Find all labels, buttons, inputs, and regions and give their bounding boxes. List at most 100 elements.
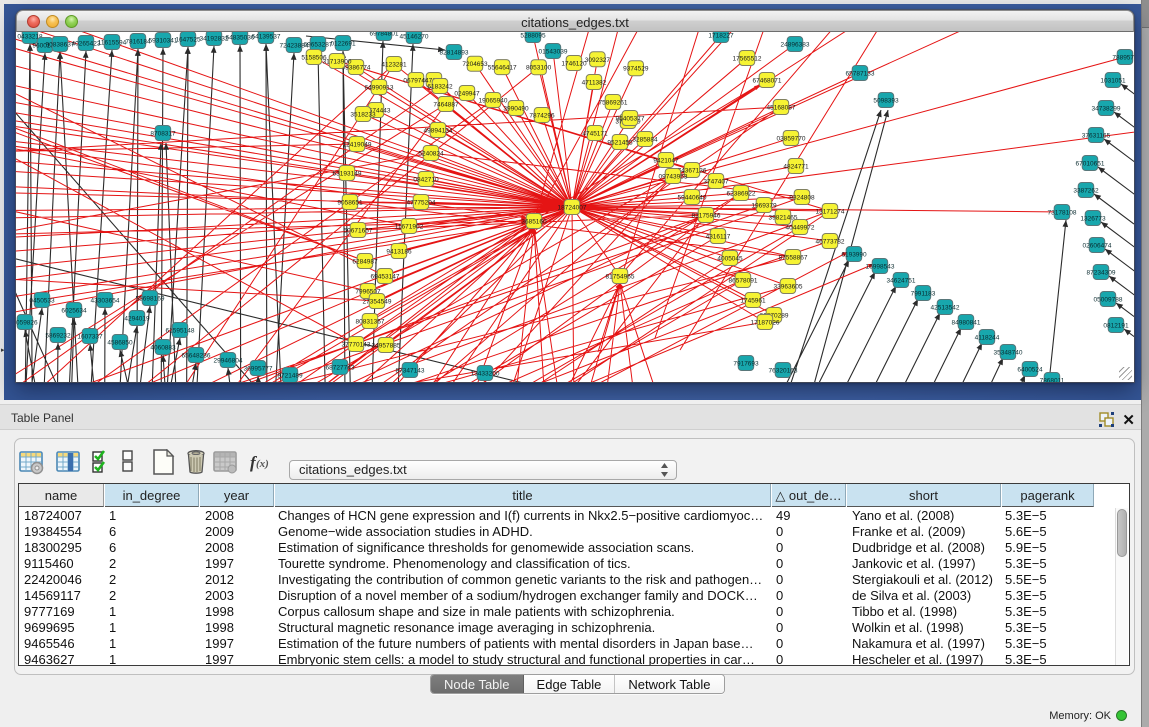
svg-text:34624751: 34624751 (887, 278, 916, 285)
svg-text:0812191: 0812191 (1103, 323, 1129, 330)
svg-text:3990490: 3990490 (503, 106, 529, 113)
svg-text:68727743: 68727743 (326, 365, 355, 372)
svg-text:34738299: 34738299 (1092, 106, 1121, 113)
svg-text:8059826: 8059826 (16, 320, 38, 327)
svg-text:8053100: 8053100 (526, 65, 552, 72)
svg-text:24896383: 24896383 (781, 42, 810, 49)
svg-text:0122691: 0122691 (330, 41, 356, 48)
svg-text:59310341: 59310341 (149, 38, 178, 45)
svg-text:0450533: 0450533 (29, 298, 55, 305)
svg-text:9324808: 9324808 (789, 195, 815, 202)
svg-text:90838637: 90838637 (46, 42, 75, 49)
svg-text:19065940: 19065940 (479, 98, 508, 105)
svg-text:75869261: 75869261 (599, 100, 628, 107)
svg-text:6025634: 6025634 (61, 308, 87, 315)
svg-text:1647525: 1647525 (175, 37, 201, 44)
svg-text:69653287: 69653287 (304, 42, 333, 49)
svg-text:1746120: 1746120 (561, 61, 587, 68)
svg-text:65648236: 65648236 (182, 353, 211, 360)
svg-text:7868011: 7868011 (1040, 378, 1065, 383)
svg-text:4711382: 4711382 (582, 80, 607, 87)
svg-text:1718227: 1718227 (708, 33, 734, 40)
svg-text:69784801: 69784801 (370, 32, 399, 38)
svg-text:3092327: 3092327 (585, 57, 611, 64)
svg-text:37631165: 37631165 (1082, 133, 1111, 140)
svg-text:7204653: 7204653 (462, 61, 488, 68)
svg-text:0842710: 0842710 (413, 177, 439, 184)
svg-text:13433200: 13433200 (471, 371, 500, 378)
svg-text:7464887: 7464887 (433, 102, 459, 109)
svg-text:64990913: 64990913 (365, 85, 394, 92)
svg-text:7917693: 7917693 (733, 361, 759, 368)
svg-text:34957885: 34957885 (372, 343, 401, 350)
svg-text:6193990: 6193990 (841, 252, 867, 259)
svg-text:9413186: 9413186 (386, 249, 412, 256)
svg-text:03859770: 03859770 (777, 136, 806, 143)
svg-text:63193149: 63193149 (333, 171, 362, 178)
svg-text:67468071: 67468071 (753, 78, 782, 85)
svg-text:09743953: 09743953 (659, 174, 688, 181)
svg-text:34192832: 34192832 (200, 36, 229, 43)
svg-text:29946804: 29946804 (214, 358, 243, 365)
svg-text:3285884: 3285884 (632, 137, 658, 144)
svg-text:64835030: 64835030 (226, 35, 255, 42)
svg-text:1969379: 1969379 (751, 203, 777, 210)
svg-text:3387262: 3387262 (1073, 188, 1099, 195)
svg-text:96405377: 96405377 (616, 116, 645, 123)
svg-text:7874296: 7874296 (529, 113, 555, 120)
svg-text:45168087: 45168087 (767, 105, 796, 112)
svg-text:82175946: 82175946 (692, 213, 721, 220)
svg-text:5240824: 5240824 (418, 151, 444, 158)
svg-text:18724007: 18724007 (558, 205, 587, 212)
svg-text:1326773: 1326773 (1080, 216, 1106, 223)
svg-text:6183242: 6183242 (427, 84, 453, 91)
svg-text:82814893: 82814893 (440, 50, 469, 57)
svg-text:55646417: 55646417 (488, 65, 517, 72)
svg-text:40449972: 40449972 (786, 225, 815, 232)
svg-text:13171274: 13171274 (816, 209, 845, 216)
svg-text:61595148: 61595148 (166, 328, 195, 335)
svg-text:84980841: 84980841 (952, 320, 981, 327)
svg-text:3518233: 3518233 (350, 112, 376, 119)
svg-text:67010651: 67010651 (1076, 161, 1105, 168)
svg-text:31713900: 31713900 (323, 59, 352, 66)
svg-text:17565512: 17565512 (733, 56, 762, 63)
svg-text:8708317: 8708317 (150, 131, 176, 138)
svg-text:42513542: 42513542 (931, 305, 960, 312)
svg-text:62386922: 62386922 (727, 191, 756, 198)
svg-text:80831367: 80831367 (356, 319, 385, 326)
svg-text:76320163: 76320163 (769, 368, 798, 375)
svg-text:05009788: 05009788 (1094, 297, 1123, 304)
svg-text:65787133: 65787133 (846, 71, 875, 78)
svg-text:6284987: 6284987 (352, 259, 378, 266)
svg-text:9421047: 9421047 (653, 158, 679, 165)
svg-text:5288095: 5288095 (520, 33, 546, 40)
svg-text:16998543: 16998543 (866, 264, 895, 271)
svg-text:37770143: 37770143 (342, 342, 371, 349)
svg-text:11671902: 11671902 (395, 224, 424, 231)
svg-text:3747407: 3747407 (703, 179, 729, 186)
svg-text:36995777: 36995777 (244, 366, 273, 373)
svg-text:73178108: 73178108 (1048, 210, 1077, 217)
svg-text:4294019: 4294019 (124, 316, 150, 323)
svg-text:01543039: 01543039 (539, 49, 568, 56)
svg-text:43303654: 43303654 (91, 298, 120, 305)
svg-text:7889579: 7889579 (1112, 55, 1134, 62)
svg-text:11615594: 11615594 (98, 40, 127, 47)
svg-text:81754965: 81754965 (606, 274, 635, 281)
svg-text:87558867: 87558867 (779, 255, 808, 262)
svg-text:99386774: 99386774 (342, 65, 371, 72)
svg-text:4123281: 4123281 (381, 62, 407, 69)
svg-text:5869232: 5869232 (45, 333, 71, 340)
svg-text:7816184: 7816184 (125, 39, 151, 46)
svg-text:1745961: 1745961 (740, 298, 766, 305)
svg-text:4118244: 4118244 (975, 335, 1000, 342)
svg-text:47775204: 47775204 (407, 200, 436, 207)
svg-text:02606474: 02606474 (1083, 243, 1112, 250)
svg-text:7991183: 7991183 (911, 291, 936, 298)
svg-text:12419049: 12419049 (343, 142, 372, 149)
svg-text:46773782: 46773782 (816, 239, 845, 246)
svg-text:(x): (x) (256, 458, 269, 470)
svg-text:4005045: 4005045 (717, 256, 743, 263)
svg-text:86578091: 86578091 (729, 278, 758, 285)
